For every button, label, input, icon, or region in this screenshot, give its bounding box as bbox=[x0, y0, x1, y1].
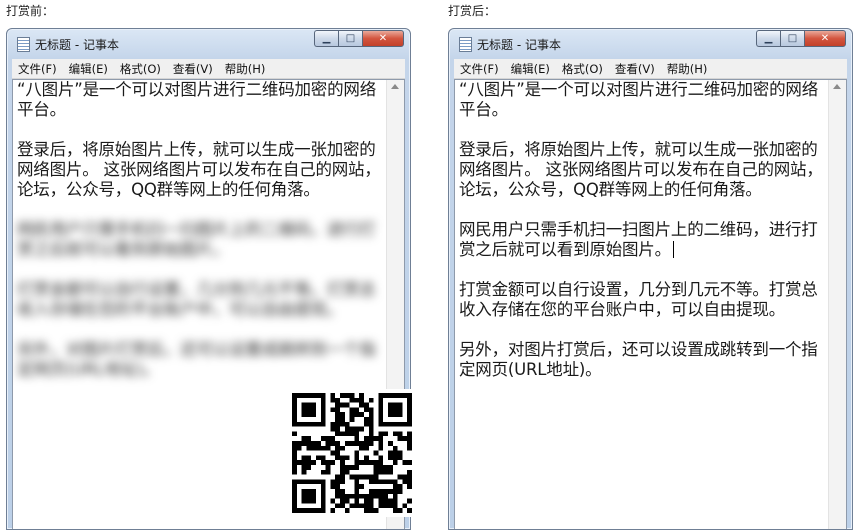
menu-format[interactable]: 格式(O) bbox=[556, 59, 609, 78]
maximize-button[interactable]: □ bbox=[338, 30, 362, 47]
window-title: 无标题 - 记事本 bbox=[477, 38, 561, 52]
vertical-scrollbar[interactable] bbox=[828, 80, 846, 529]
menu-view[interactable]: 查看(V) bbox=[609, 59, 661, 78]
editor-content: “八图片”是一个可以对图片进行二维码加密的网络平台。 登录后，将原始图片上传，就… bbox=[17, 80, 382, 400]
paragraph: 另外，对图片打赏后，还可以设置成跳转到一个指定网页(URL地址)。 bbox=[459, 340, 818, 379]
qr-code-image bbox=[288, 389, 416, 517]
maximize-icon: □ bbox=[345, 33, 356, 44]
window-title: 无标题 - 记事本 bbox=[35, 38, 119, 52]
minimize-button[interactable]: ▁ bbox=[314, 30, 338, 47]
qr-code-icon bbox=[292, 393, 412, 513]
paragraph: 登录后，将原始图片上传，就可以生成一张加密的网络图片。 这张网络图片可以发布在自… bbox=[17, 140, 381, 199]
editor-content: “八图片”是一个可以对图片进行二维码加密的网络平台。 登录后，将原始图片上传，就… bbox=[459, 80, 824, 400]
paragraph-text: 网民用户只需手机扫一扫图片上的二维码，进行打赏之后就可以看到原始图片。 bbox=[459, 220, 818, 259]
menu-view[interactable]: 查看(V) bbox=[167, 59, 219, 78]
menu-bar: 文件(F) 编辑(E) 格式(O) 查看(V) 帮助(H) bbox=[454, 59, 847, 79]
minimize-icon: ▁ bbox=[764, 33, 773, 44]
text-editor[interactable]: “八图片”是一个可以对图片进行二维码加密的网络平台。 登录后，将原始图片上传，就… bbox=[454, 79, 847, 529]
close-icon: ✕ bbox=[820, 33, 830, 44]
close-button[interactable]: ✕ bbox=[362, 30, 404, 47]
blurred-paragraph: 网民用户只需手机扫一扫图片上的二维码，进行打赏之后就可以看到原始图片。 bbox=[17, 220, 376, 259]
paragraph: “八图片”是一个可以对图片进行二维码加密的网络平台。 bbox=[17, 80, 376, 119]
paragraph: 网民用户只需手机扫一扫图片上的二维码，进行打赏之后就可以看到原始图片。 bbox=[459, 220, 824, 260]
menu-help[interactable]: 帮助(H) bbox=[219, 59, 272, 78]
paragraph: 打赏金额可以自行设置，几分到几元不等。打赏总收入存储在您的平台账户中，可以自由提… bbox=[459, 280, 818, 319]
notepad-icon bbox=[17, 37, 30, 52]
menu-edit[interactable]: 编辑(E) bbox=[63, 59, 114, 78]
notepad-icon bbox=[459, 37, 472, 52]
minimize-button[interactable]: ▁ bbox=[756, 30, 780, 47]
blurred-paragraph: 打赏金额可以自行设置，几分到几元不等。打赏总收入存储在您的平台账户中，可以自由提… bbox=[17, 280, 376, 319]
notepad-window-before: 无标题 - 记事本 ▁ □ ✕ 文件(F) 编辑(E) 格式(O) 查看(V) … bbox=[6, 28, 416, 530]
title-bar[interactable]: 无标题 - 记事本 ▁ □ ✕ bbox=[449, 29, 852, 57]
maximize-icon: □ bbox=[787, 33, 798, 44]
title-bar[interactable]: 无标题 - 记事本 ▁ □ ✕ bbox=[7, 29, 410, 57]
menu-format[interactable]: 格式(O) bbox=[114, 59, 167, 78]
notepad-window-after: 无标题 - 记事本 ▁ □ ✕ 文件(F) 编辑(E) 格式(O) 查看(V) … bbox=[448, 28, 853, 530]
scroll-up-icon[interactable] bbox=[391, 84, 399, 89]
minimize-icon: ▁ bbox=[322, 33, 331, 44]
caption-after: 打赏后： bbox=[448, 4, 497, 18]
close-button[interactable]: ✕ bbox=[804, 30, 846, 47]
menu-help[interactable]: 帮助(H) bbox=[661, 59, 714, 78]
menu-bar: 文件(F) 编辑(E) 格式(O) 查看(V) 帮助(H) bbox=[12, 59, 405, 79]
window-controls: ▁ □ ✕ bbox=[314, 30, 404, 47]
paragraph: 登录后，将原始图片上传，就可以生成一张加密的网络图片。 这张网络图片可以发布在自… bbox=[459, 140, 823, 199]
paragraph: “八图片”是一个可以对图片进行二维码加密的网络平台。 bbox=[459, 80, 818, 119]
scroll-up-icon[interactable] bbox=[833, 84, 841, 89]
text-caret bbox=[672, 241, 674, 258]
menu-file[interactable]: 文件(F) bbox=[12, 59, 63, 78]
caption-before: 打赏前： bbox=[6, 4, 55, 18]
menu-edit[interactable]: 编辑(E) bbox=[505, 59, 556, 78]
maximize-button[interactable]: □ bbox=[780, 30, 804, 47]
menu-file[interactable]: 文件(F) bbox=[454, 59, 505, 78]
window-controls: ▁ □ ✕ bbox=[756, 30, 846, 47]
blurred-paragraph: 另外，对图片打赏后，还可以设置成跳转到一个指定网页(URL地址)。 bbox=[17, 340, 376, 379]
close-icon: ✕ bbox=[378, 33, 388, 44]
